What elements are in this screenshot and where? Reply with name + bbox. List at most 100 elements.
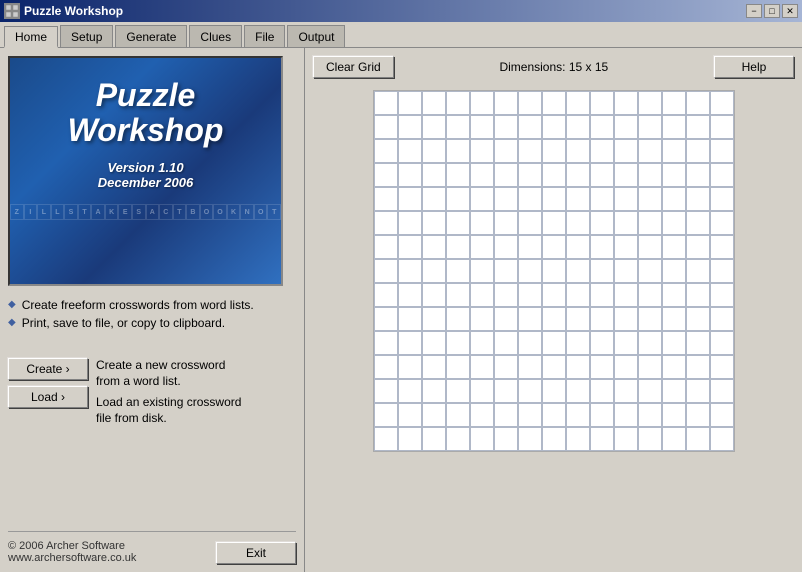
- grid-cell[interactable]: [710, 403, 734, 427]
- grid-cell[interactable]: [542, 307, 566, 331]
- grid-cell[interactable]: [662, 283, 686, 307]
- grid-cell[interactable]: [398, 259, 422, 283]
- grid-cell[interactable]: [638, 115, 662, 139]
- grid-cell[interactable]: [470, 355, 494, 379]
- grid-cell[interactable]: [686, 139, 710, 163]
- grid-cell[interactable]: [686, 259, 710, 283]
- grid-cell[interactable]: [518, 115, 542, 139]
- grid-cell[interactable]: [422, 163, 446, 187]
- grid-cell[interactable]: [398, 403, 422, 427]
- grid-cell[interactable]: [542, 379, 566, 403]
- grid-cell[interactable]: [710, 283, 734, 307]
- grid-cell[interactable]: [542, 139, 566, 163]
- grid-cell[interactable]: [662, 235, 686, 259]
- grid-cell[interactable]: [614, 283, 638, 307]
- grid-cell[interactable]: [566, 283, 590, 307]
- grid-cell[interactable]: [566, 187, 590, 211]
- grid-cell[interactable]: [662, 163, 686, 187]
- grid-cell[interactable]: [422, 283, 446, 307]
- tab-generate[interactable]: Generate: [115, 25, 187, 47]
- grid-cell[interactable]: [662, 355, 686, 379]
- grid-cell[interactable]: [494, 211, 518, 235]
- grid-cell[interactable]: [446, 163, 470, 187]
- grid-cell[interactable]: [710, 259, 734, 283]
- grid-cell[interactable]: [710, 379, 734, 403]
- grid-cell[interactable]: [518, 379, 542, 403]
- grid-cell[interactable]: [518, 307, 542, 331]
- grid-cell[interactable]: [686, 331, 710, 355]
- grid-cell[interactable]: [422, 139, 446, 163]
- grid-cell[interactable]: [566, 331, 590, 355]
- grid-cell[interactable]: [374, 211, 398, 235]
- grid-cell[interactable]: [638, 187, 662, 211]
- grid-cell[interactable]: [638, 91, 662, 115]
- grid-cell[interactable]: [710, 307, 734, 331]
- grid-cell[interactable]: [446, 307, 470, 331]
- grid-cell[interactable]: [422, 187, 446, 211]
- grid-cell[interactable]: [398, 307, 422, 331]
- grid-cell[interactable]: [542, 427, 566, 451]
- grid-cell[interactable]: [542, 211, 566, 235]
- grid-cell[interactable]: [422, 307, 446, 331]
- grid-cell[interactable]: [590, 115, 614, 139]
- grid-cell[interactable]: [590, 91, 614, 115]
- grid-cell[interactable]: [494, 187, 518, 211]
- grid-cell[interactable]: [566, 379, 590, 403]
- grid-cell[interactable]: [662, 427, 686, 451]
- grid-cell[interactable]: [590, 379, 614, 403]
- grid-cell[interactable]: [638, 283, 662, 307]
- grid-cell[interactable]: [662, 403, 686, 427]
- grid-cell[interactable]: [470, 379, 494, 403]
- grid-cell[interactable]: [542, 331, 566, 355]
- grid-cell[interactable]: [686, 427, 710, 451]
- grid-cell[interactable]: [662, 307, 686, 331]
- grid-cell[interactable]: [614, 403, 638, 427]
- grid-cell[interactable]: [566, 259, 590, 283]
- clear-grid-button[interactable]: Clear Grid: [313, 56, 394, 78]
- grid-cell[interactable]: [566, 307, 590, 331]
- grid-cell[interactable]: [518, 163, 542, 187]
- grid-cell[interactable]: [710, 235, 734, 259]
- grid-cell[interactable]: [590, 259, 614, 283]
- grid-cell[interactable]: [686, 163, 710, 187]
- grid-cell[interactable]: [518, 91, 542, 115]
- grid-cell[interactable]: [374, 139, 398, 163]
- grid-cell[interactable]: [470, 163, 494, 187]
- grid-cell[interactable]: [614, 187, 638, 211]
- grid-cell[interactable]: [446, 115, 470, 139]
- grid-cell[interactable]: [374, 403, 398, 427]
- grid-cell[interactable]: [518, 235, 542, 259]
- grid-cell[interactable]: [470, 115, 494, 139]
- grid-cell[interactable]: [710, 91, 734, 115]
- grid-cell[interactable]: [614, 235, 638, 259]
- grid-cell[interactable]: [422, 235, 446, 259]
- grid-cell[interactable]: [470, 187, 494, 211]
- grid-cell[interactable]: [374, 307, 398, 331]
- grid-cell[interactable]: [686, 307, 710, 331]
- grid-cell[interactable]: [710, 139, 734, 163]
- grid-cell[interactable]: [566, 139, 590, 163]
- grid-cell[interactable]: [422, 403, 446, 427]
- grid-cell[interactable]: [374, 115, 398, 139]
- grid-cell[interactable]: [446, 187, 470, 211]
- grid-cell[interactable]: [662, 91, 686, 115]
- grid-cell[interactable]: [494, 403, 518, 427]
- grid-cell[interactable]: [638, 331, 662, 355]
- grid-cell[interactable]: [470, 403, 494, 427]
- grid-cell[interactable]: [518, 331, 542, 355]
- grid-cell[interactable]: [446, 427, 470, 451]
- grid-cell[interactable]: [398, 331, 422, 355]
- grid-cell[interactable]: [614, 139, 638, 163]
- grid-cell[interactable]: [494, 115, 518, 139]
- grid-cell[interactable]: [374, 283, 398, 307]
- grid-cell[interactable]: [566, 355, 590, 379]
- grid-cell[interactable]: [710, 427, 734, 451]
- grid-cell[interactable]: [422, 379, 446, 403]
- grid-cell[interactable]: [422, 91, 446, 115]
- crossword-grid[interactable]: [373, 90, 735, 452]
- grid-cell[interactable]: [374, 427, 398, 451]
- tab-setup[interactable]: Setup: [60, 25, 113, 47]
- grid-cell[interactable]: [614, 331, 638, 355]
- grid-cell[interactable]: [518, 211, 542, 235]
- grid-cell[interactable]: [398, 187, 422, 211]
